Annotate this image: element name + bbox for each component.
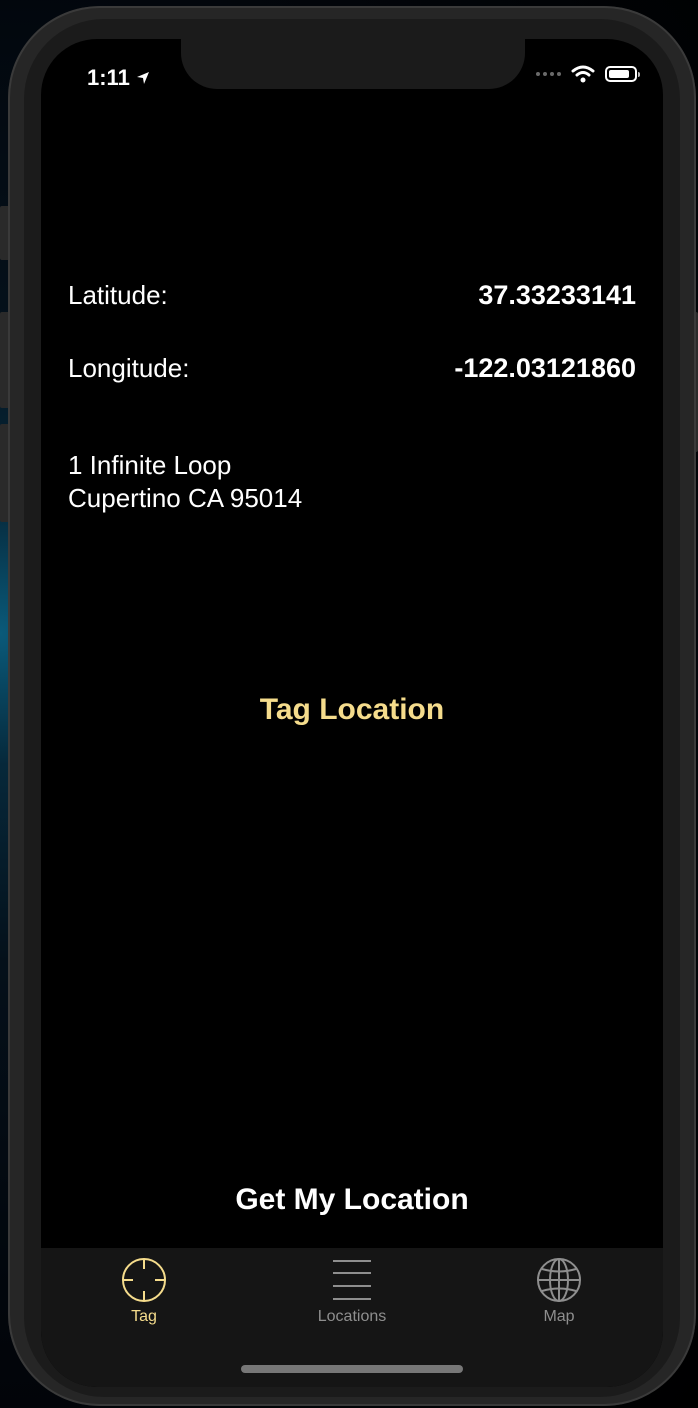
status-time-text: 1:11 [87, 65, 130, 90]
longitude-value: -122.03121860 [454, 353, 636, 383]
latitude-value: 37.33233141 [478, 280, 636, 310]
latitude-label: Latitude: [68, 280, 168, 310]
tag-location-button[interactable]: Tag Location [41, 693, 663, 727]
tab-locations[interactable]: Locations [262, 1256, 442, 1326]
tab-map[interactable]: Map [469, 1256, 649, 1326]
globe-icon [537, 1258, 581, 1302]
address-line1: 1 Infinite Loop [68, 450, 232, 480]
status-bar-indicators [536, 65, 640, 83]
tab-map-label: Map [543, 1308, 575, 1325]
tab-tag[interactable]: Tag [54, 1256, 234, 1326]
longitude-row: Longitude: -122.03121860 [68, 353, 636, 384]
home-indicator[interactable] [241, 1365, 463, 1373]
app-screen: 1:11 Latitude: 37.33233141 Longitude: -1… [41, 39, 663, 1387]
address-line2: Cupertino CA 95014 [68, 483, 303, 513]
location-arrow-icon [136, 72, 149, 84]
wifi-icon [571, 65, 595, 83]
latitude-row: Latitude: 37.33233141 [68, 280, 636, 311]
battery-icon [605, 66, 640, 82]
crosshair-icon [122, 1258, 166, 1302]
address-block: 1 Infinite Loop Cupertino CA 95014 [68, 449, 302, 515]
signal-dots-icon [536, 72, 561, 76]
get-my-location-button[interactable]: Get My Location [41, 1183, 663, 1217]
tab-locations-label: Locations [317, 1308, 387, 1325]
list-lines-icon [333, 1260, 371, 1300]
status-bar-time: 1:11 [87, 65, 150, 91]
notch [181, 39, 525, 89]
longitude-label: Longitude: [68, 353, 190, 383]
tab-tag-label: Tag [131, 1308, 157, 1325]
